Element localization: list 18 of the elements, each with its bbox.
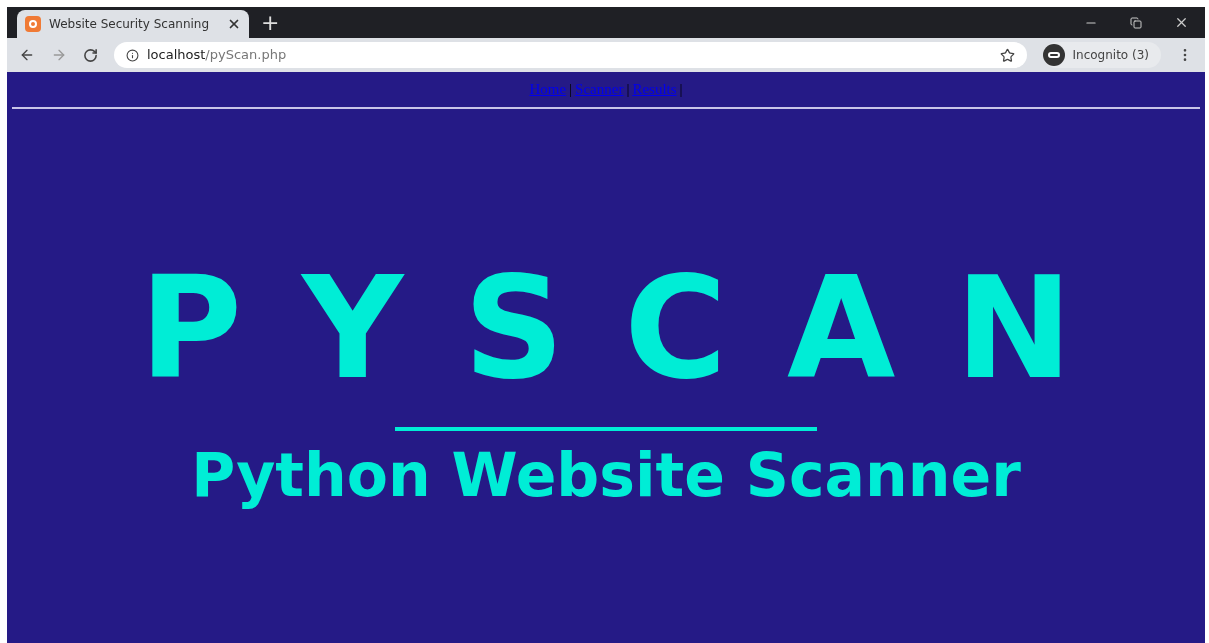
app-logo-icon (25, 16, 41, 32)
info-icon (126, 48, 139, 62)
star-icon[interactable] (999, 47, 1015, 63)
nav-separator: | (626, 80, 630, 99)
address-bar[interactable]: localhost/pyScan.php (114, 42, 1027, 68)
reload-icon[interactable] (83, 47, 98, 63)
nav-separator: | (569, 80, 573, 99)
back-icon[interactable] (19, 47, 35, 63)
tab-title: Website Security Scanning (49, 16, 211, 33)
url-text: localhost/pyScan.php (147, 46, 288, 65)
pyscan-logo: PYSCAN (138, 258, 1133, 399)
new-tab-button[interactable]: + (261, 12, 280, 34)
close-icon[interactable] (227, 17, 241, 31)
close-icon[interactable] (1174, 15, 1189, 30)
profile-button[interactable]: Incognito (3) (1042, 42, 1161, 68)
browser-tab[interactable]: Website Security Scanning (17, 10, 249, 38)
restore-icon[interactable] (1130, 16, 1142, 29)
nav-separator: | (679, 80, 683, 99)
